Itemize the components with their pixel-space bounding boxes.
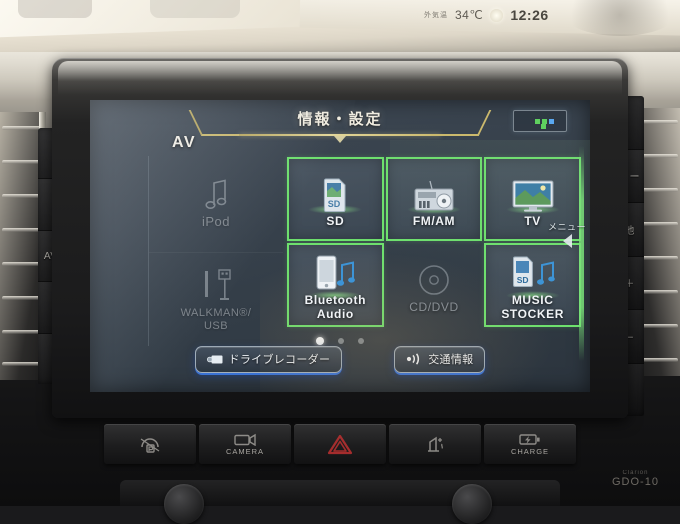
hardkey-camera-label: CAMERA — [225, 446, 265, 456]
tile-sd-label: SD — [326, 213, 345, 228]
model-badge: Clarion GDO-10 — [612, 470, 659, 488]
tile-fm-am[interactable]: FM/AM — [385, 157, 483, 241]
svg-text:SD: SD — [516, 275, 528, 285]
hardkey-parking-sensor[interactable] — [104, 424, 196, 464]
tile-bluetooth-audio[interactable]: Bluetooth Audio — [287, 243, 384, 327]
dashcam-icon — [206, 355, 223, 363]
dashboard-reflection: 外気温 34℃ 12:26 — [0, 0, 680, 58]
page-dot-1[interactable] — [315, 336, 324, 345]
climate-knob-left[interactable] — [164, 484, 204, 524]
tile-cd-dvd[interactable]: CD/DVD — [386, 243, 483, 327]
traffic-info-button[interactable]: 交通情報 — [394, 346, 486, 373]
av-source-ipod-label: iPod — [201, 213, 231, 229]
head-unit: 情報・設定 AV iPod WALKMAN®/ USB SD SD FM/AM … — [52, 58, 628, 418]
camera-icon — [234, 433, 256, 446]
music-note-icon — [205, 179, 227, 209]
tile-fm-am-label: FM/AM — [412, 213, 456, 228]
outside-temp-label: 外気温 — [424, 12, 448, 19]
page-dot-2[interactable] — [338, 337, 344, 344]
menu-slide-tab-label: メニュー — [547, 222, 586, 232]
traffic-info-label: 交通情報 — [428, 354, 474, 366]
page-dot-3[interactable] — [358, 337, 365, 344]
av-source-column: iPod WALKMAN®/ USB — [148, 156, 283, 346]
tile-sd[interactable]: SD SD — [287, 157, 384, 241]
header-caret-icon — [334, 136, 346, 143]
av-source-walkman-usb-label: WALKMAN®/ USB — [180, 306, 252, 332]
sd-card-icon: SD — [321, 170, 349, 212]
tile-music-stocker-label: MUSIC STOCKER — [501, 293, 564, 321]
navigation-screen[interactable]: 情報・設定 AV iPod WALKMAN®/ USB SD SD FM/AM … — [90, 100, 590, 392]
outside-temp-value: 34℃ — [455, 8, 484, 22]
hardkey-camera[interactable]: CAMERA — [199, 424, 291, 464]
tile-cd-dvd-label: CD/DVD — [409, 299, 459, 314]
car-interior-scene: 外気温 34℃ 12:26 AV AV OFF — [0, 0, 680, 524]
lower-hardkey-bar: CAMERA CHARGE — [104, 424, 576, 464]
brand-name: Clarion — [622, 470, 649, 476]
parking-sensor-icon — [140, 437, 160, 453]
action-button-row: ドライブレコーダー 交通情報 — [90, 346, 590, 373]
arrow-left-icon — [562, 234, 572, 248]
hardkey-charge[interactable]: CHARGE — [484, 424, 576, 464]
seat-heater-icon — [428, 436, 443, 452]
sd-card-note-icon: SD — [510, 249, 556, 291]
disc-icon — [416, 256, 452, 298]
tile-bluetooth-audio-label: Bluetooth Audio — [304, 293, 367, 321]
av-source-ipod[interactable]: iPod — [149, 156, 283, 250]
svg-text:SD: SD — [328, 199, 341, 209]
hardkey-hazard[interactable] — [294, 424, 386, 464]
cluster-clock: 12:26 — [510, 7, 549, 23]
climate-knob-right[interactable] — [452, 484, 492, 524]
reflected-vehicle-left — [18, 0, 92, 18]
smartphone-note-icon — [314, 249, 356, 291]
drive-recorder-button[interactable]: ドライブレコーダー — [194, 346, 343, 373]
instrument-cluster: 外気温 34℃ 12:26 — [424, 4, 594, 26]
television-icon — [512, 170, 554, 212]
display-mode-indicator[interactable] — [513, 110, 567, 132]
broadcast-icon — [407, 353, 420, 365]
radio-icon — [414, 170, 454, 212]
hardkey-charge-label: CHARGE — [510, 446, 550, 456]
drive-recorder-label: ドライブレコーダー — [228, 354, 331, 366]
sun-glare-icon — [490, 8, 504, 22]
model-number: GDO-10 — [612, 476, 659, 488]
charge-icon — [519, 433, 540, 445]
usb-icon — [205, 269, 231, 300]
hardkey-seat-heater[interactable] — [389, 424, 481, 464]
bezel-gloss — [58, 61, 622, 95]
source-tile-grid: SD SD FM/AM TV Bluetooth Audio CD/DVD SD… — [286, 156, 582, 328]
reflected-vehicle-right — [150, 0, 240, 18]
hazard-triangle-icon — [327, 434, 353, 454]
av-section-label: AV — [172, 134, 197, 151]
tile-tv-label: TV — [524, 213, 541, 228]
